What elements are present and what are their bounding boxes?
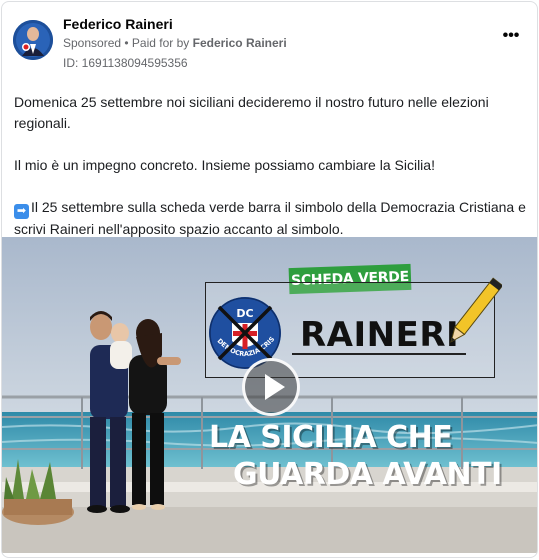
play-button[interactable] [242, 358, 300, 416]
post-body: Domenica 25 settembre noi siciliani deci… [14, 92, 530, 240]
right-arrow-emoji-icon: ➡ [14, 204, 29, 219]
paid-for-prefix: Paid for by [131, 36, 193, 50]
body-paragraph-1: Domenica 25 settembre noi siciliani deci… [14, 94, 489, 131]
write-in-line [292, 353, 466, 355]
avatar[interactable] [13, 20, 53, 60]
ad-id: ID: 1691138094595356 [63, 56, 188, 70]
play-icon [265, 374, 285, 400]
sponsored-line: Sponsored • Paid for by Federico Raineri [63, 36, 287, 50]
more-horizontal-icon[interactable]: ••• [498, 28, 524, 49]
post-header: Federico Raineri Sponsored • Paid for by… [13, 15, 528, 71]
logo-dc-text: DC [236, 307, 253, 320]
video-player[interactable]: SCHEDA VERDE DC DEMOCRAZIA CRISTIANA RAI… [2, 237, 537, 553]
body-paragraph-3: ➡ Il 25 settembre sulla scheda verde barr… [14, 197, 530, 240]
sponsored-post-card: Federico Raineri Sponsored • Paid for by… [1, 1, 538, 558]
sponsored-label: Sponsored [63, 36, 122, 50]
author-name[interactable]: Federico Raineri [63, 16, 173, 32]
slogan-line-1: LA SICILIA CHE [209, 420, 453, 455]
pencil-icon [450, 277, 502, 343]
meta-separator: • [121, 36, 132, 50]
candidate-name: RAINERI [300, 315, 460, 355]
body-paragraph-2: Il mio è un impegno concreto. Insieme po… [14, 157, 435, 173]
body-paragraph-3-text: Il 25 settembre sulla scheda verde barra… [14, 199, 526, 237]
slogan-line-2: GUARDA AVANTI [233, 457, 502, 492]
paid-for-by: Federico Raineri [192, 36, 287, 50]
